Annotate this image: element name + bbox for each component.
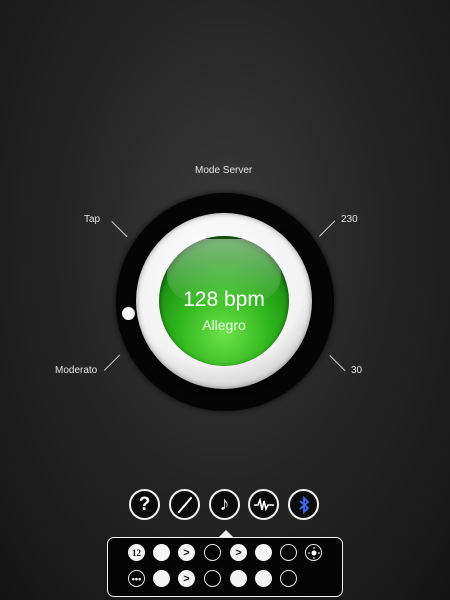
tuning-fork-icon — [177, 496, 192, 513]
waveform-button[interactable] — [248, 489, 279, 520]
max-bpm-tick — [319, 220, 336, 237]
beat-2-5[interactable] — [255, 570, 272, 587]
bpm-readout: 128 bpm — [183, 288, 265, 311]
bluetooth-button[interactable] — [288, 489, 319, 520]
moderato-label: Moderato — [55, 365, 98, 376]
mode-server-label[interactable]: Mode Server — [195, 165, 252, 176]
sun-icon — [307, 546, 320, 559]
help-button[interactable]: ? — [129, 489, 160, 520]
beat-1-6[interactable] — [280, 544, 297, 561]
beat-2-4[interactable] — [230, 570, 247, 587]
music-note-icon: ♪ — [219, 493, 230, 515]
selected-tab-pointer — [219, 530, 233, 537]
tap-tick — [111, 221, 128, 238]
beat-pattern-panel: 12 > > ••• > — [107, 537, 343, 597]
min-bpm-label: 30 — [351, 365, 363, 376]
dial-position-marker[interactable] — [122, 307, 135, 320]
beat-1-3[interactable] — [204, 544, 221, 561]
settings-button[interactable] — [305, 544, 322, 561]
beat-2-1[interactable] — [153, 570, 170, 587]
beat-2-3[interactable] — [204, 570, 221, 587]
beat-1-1[interactable] — [153, 544, 170, 561]
tempo-start-button[interactable]: 128 bpm Allegro — [159, 236, 289, 366]
beat-1-2-glyph: > — [183, 546, 190, 559]
beat-1-4[interactable]: > — [230, 544, 247, 561]
beat-2-2-glyph: > — [183, 572, 190, 585]
metronome-tab-button[interactable]: ♪ — [209, 489, 240, 520]
bluetooth-icon — [298, 495, 309, 514]
tap-label[interactable]: Tap — [84, 214, 100, 225]
tempo-name: Allegro — [202, 317, 246, 333]
dots-icon: ••• — [131, 573, 142, 584]
tuning-fork-button[interactable] — [169, 489, 200, 520]
beat-1-2[interactable]: > — [178, 544, 195, 561]
beat-2-2[interactable]: > — [178, 570, 195, 587]
min-bpm-tick — [329, 355, 346, 372]
question-icon: ? — [138, 493, 151, 515]
time-signature-12-icon: 12 — [132, 547, 141, 558]
beat-1-4-glyph: > — [235, 546, 242, 559]
subdivision-button[interactable]: ••• — [128, 570, 145, 587]
beat-2-6[interactable] — [280, 570, 297, 587]
time-signature-button[interactable]: 12 — [128, 544, 145, 561]
max-bpm-label: 230 — [341, 214, 358, 225]
waveform-icon — [253, 497, 274, 511]
beat-1-5[interactable] — [255, 544, 272, 561]
moderato-tick — [104, 354, 121, 371]
